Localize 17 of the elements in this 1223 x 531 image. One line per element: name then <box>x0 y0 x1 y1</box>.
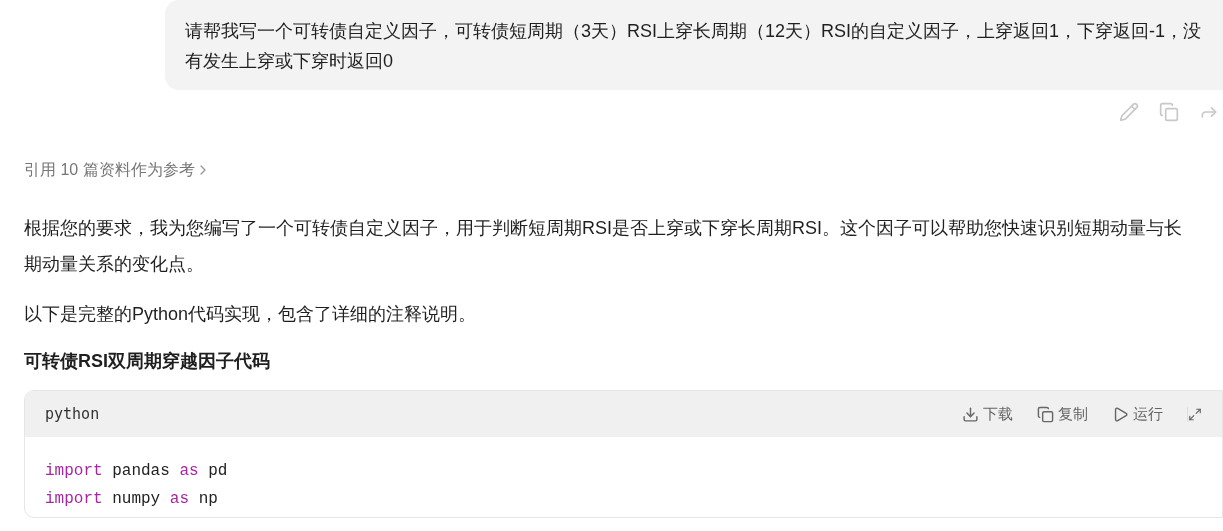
copy-button[interactable]: 复制 <box>1037 402 1088 426</box>
code-line: import numpy as np <box>45 489 219 510</box>
user-message: 请帮我写一个可转债自定义因子，可转债短周期（3天）RSI上穿长周期（12天）RSI的自定义因子，上穿返回1，下穿返回-1，没有发生上穿或下穿时返回0 <box>185 20 1203 73</box>
answer-paragraph: 以下是完整的Python代码实现，包含了详细的注释说明。 <box>24 303 478 326</box>
download-button[interactable]: 下载 <box>962 402 1013 426</box>
answer-paragraph: 根据您的要求，我为您编写了一个可转债自定义因子，用于判断短周期RSI是否上穿或下穿长周期RSI。这个因子可以帮助您快速识别短期动量与长期动量关系的变化点。 <box>24 217 1183 276</box>
edit-icon[interactable] <box>1119 102 1139 122</box>
references-link[interactable]: 引用 10 篇资料作为参考 <box>24 158 195 182</box>
code-line: import pandas as pd <box>45 461 229 482</box>
copy-icon <box>1037 405 1054 423</box>
run-button[interactable]: 运行 <box>1112 402 1163 426</box>
run-icon <box>1112 405 1129 423</box>
copy-icon[interactable] <box>1159 102 1179 122</box>
section-heading: 可转债RSI双周期穿越因子代码 <box>24 350 271 373</box>
code-language: python <box>45 403 100 425</box>
download-icon <box>962 405 979 423</box>
expand-icon[interactable] <box>1187 406 1202 422</box>
